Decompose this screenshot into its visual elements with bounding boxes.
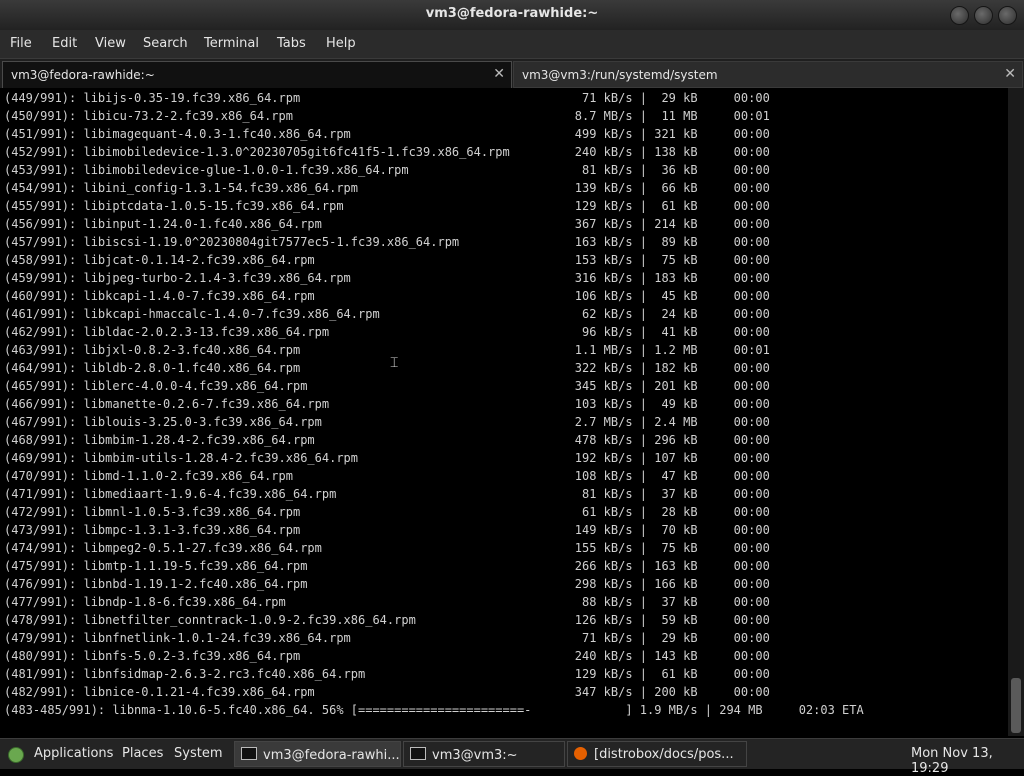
terminal-line: (454/991): libini_config-1.3.1-54.fc39.x… [4,181,770,195]
terminal-line: (472/991): libmnl-1.0.5-3.fc39.x86_64.rp… [4,505,770,519]
menu-view[interactable]: View [95,36,126,51]
terminal-line: (451/991): libimagequant-4.0.3-1.fc40.x8… [4,127,770,141]
terminal-line: (477/991): libndp-1.8-6.fc39.x86_64.rpm … [4,595,770,609]
terminal-line: (474/991): libmpeg2-0.5.1-27.fc39.x86_64… [4,541,770,555]
terminal-line: (466/991): libmanette-0.2.6-7.fc39.x86_6… [4,397,770,411]
menu-tabs[interactable]: Tabs [277,36,306,51]
minimize-button[interactable] [950,6,969,25]
text-cursor-icon: ⌶ [390,355,399,371]
terminal-line: (464/991): libldb-2.8.0-1.fc40.x86_64.rp… [4,361,770,375]
terminal-output[interactable]: (449/991): libijs-0.35-19.fc39.x86_64.rp… [0,88,1008,736]
terminal-line: (478/991): libnetfilter_conntrack-1.0.9-… [4,613,770,627]
tab-label: vm3@vm3:/run/systemd/system [522,68,718,82]
menu-file[interactable]: File [10,36,32,51]
taskbar-window-fedora[interactable]: vm3@fedora-rawhi... [234,741,401,767]
terminal-line: (453/991): libimobiledevice-glue-1.0.0-1… [4,163,770,177]
menubar: File Edit View Search Terminal Tabs Help [0,30,1024,58]
terminal-line: (458/991): libjcat-0.1.14-2.fc39.x86_64.… [4,253,770,267]
terminal-line: (479/991): libnfnetlink-1.0.1-24.fc39.x8… [4,631,770,645]
window-titlebar[interactable]: vm3@fedora-rawhide:~ [0,0,1024,30]
menu-terminal[interactable]: Terminal [204,36,259,51]
terminal-line: (475/991): libmtp-1.1.19-5.fc39.x86_64.r… [4,559,770,573]
terminal-line: (465/991): liblerc-4.0.0-4.fc39.x86_64.r… [4,379,770,393]
places-menu[interactable]: Places [122,746,163,761]
scrollbar[interactable] [1008,88,1024,736]
scrollbar-thumb[interactable] [1011,678,1021,733]
terminal-line: (476/991): libnbd-1.19.1-2.fc40.x86_64.r… [4,577,770,591]
taskbar-window-label: vm3@vm3:~ [432,748,518,763]
window-title: vm3@fedora-rawhide:~ [425,6,599,21]
maximize-button[interactable] [974,6,993,25]
firefox-icon [574,747,587,760]
terminal-line: (468/991): libmbim-1.28.4-2.fc39.x86_64.… [4,433,770,447]
terminal-line: (459/991): libjpeg-turbo-2.1.4-3.fc39.x8… [4,271,770,285]
menu-edit[interactable]: Edit [52,36,77,51]
terminal-line: (469/991): libmbim-utils-1.28.4-2.fc39.x… [4,451,770,465]
terminal-line: (473/991): libmpc-1.3.1-3.fc39.x86_64.rp… [4,523,770,537]
terminal-line: (482/991): libnice-0.1.21-4.fc39.x86_64.… [4,685,770,699]
terminal-line: (483-485/991): libnma-1.10.6-5.fc40.x86_… [4,703,864,717]
applications-menu[interactable]: Applications [34,746,113,761]
terminal-line: (452/991): libimobiledevice-1.3.0^202307… [4,145,770,159]
terminal-line: (471/991): libmediaart-1.9.6-4.fc39.x86_… [4,487,770,501]
terminal-line: (460/991): libkcapi-1.4.0-7.fc39.x86_64.… [4,289,770,303]
tab-bar: vm3@fedora-rawhide:~ ✕ vm3@vm3:/run/syst… [0,58,1024,89]
tab-label: vm3@fedora-rawhide:~ [11,68,155,82]
menu-help[interactable]: Help [326,36,356,51]
terminal-line: (449/991): libijs-0.35-19.fc39.x86_64.rp… [4,91,770,105]
terminal-line: (455/991): libiptcdata-1.0.5-15.fc39.x86… [4,199,770,213]
close-button[interactable] [998,6,1017,25]
applications-menu-icon [8,747,24,763]
terminal-line: (470/991): libmd-1.1.0-2.fc39.x86_64.rpm… [4,469,770,483]
system-menu[interactable]: System [174,746,222,761]
close-icon[interactable]: ✕ [493,66,505,82]
terminal-line: (456/991): libinput-1.24.0-1.fc40.x86_64… [4,217,770,231]
terminal-icon [410,747,426,760]
taskbar-window-label: vm3@fedora-rawhi... [263,748,400,763]
terminal-line: (467/991): liblouis-3.25.0-3.fc39.x86_64… [4,415,770,429]
taskbar-window-firefox[interactable]: [distrobox/docs/pos... [567,741,747,767]
terminal-line: (480/991): libnfs-5.0.2-3.fc39.x86_64.rp… [4,649,770,663]
terminal-line: (457/991): libiscsi-1.19.0^20230804git75… [4,235,770,249]
tab-run-systemd[interactable]: vm3@vm3:/run/systemd/system ✕ [513,61,1023,88]
close-icon[interactable]: ✕ [1004,66,1016,82]
terminal-line: (462/991): libldac-2.0.2.3-13.fc39.x86_6… [4,325,770,339]
menu-search[interactable]: Search [143,36,188,51]
terminal-line: (461/991): libkcapi-hmaccalc-1.4.0-7.fc3… [4,307,770,321]
taskbar: Applications Places System vm3@fedora-ra… [0,738,1024,776]
taskbar-window-label: [distrobox/docs/pos... [594,747,734,762]
tab-fedora-rawhide[interactable]: vm3@fedora-rawhide:~ ✕ [2,61,512,88]
clock[interactable]: Mon Nov 13, 19:29 [911,746,1024,776]
taskbar-window-vm3[interactable]: vm3@vm3:~ [403,741,565,767]
terminal-line: (481/991): libnfsidmap-2.6.3-2.rc3.fc40.… [4,667,770,681]
terminal-line: (463/991): libjxl-0.8.2-3.fc40.x86_64.rp… [4,343,770,357]
terminal-line: (450/991): libicu-73.2-2.fc39.x86_64.rpm… [4,109,770,123]
terminal-icon [241,747,257,760]
